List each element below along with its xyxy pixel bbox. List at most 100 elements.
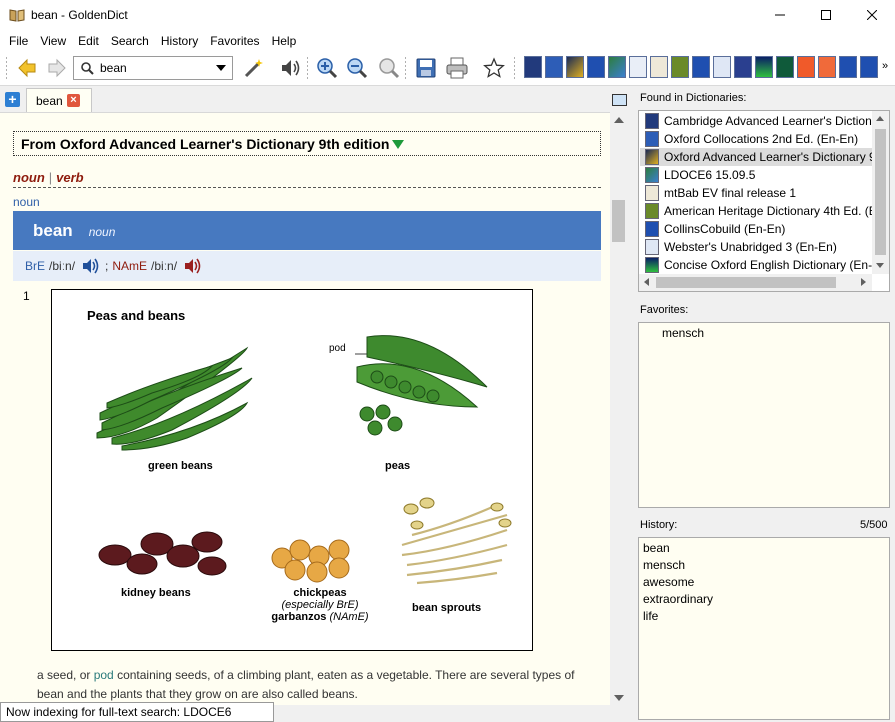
sense-number: 1 — [23, 289, 30, 303]
history-item[interactable]: mensch — [643, 558, 685, 572]
menu-file[interactable]: File — [3, 34, 34, 48]
dictionary-icon[interactable] — [692, 56, 710, 78]
dictionary-icon[interactable] — [755, 56, 773, 78]
dictionary-icon[interactable] — [818, 56, 836, 78]
dictionary-icon[interactable] — [776, 56, 794, 78]
article-scrollbar[interactable] — [610, 112, 627, 705]
list-item-label: CollinsCobuild (En-En) — [664, 222, 786, 236]
dictionary-icon[interactable] — [650, 56, 668, 78]
menu-help[interactable]: Help — [266, 34, 303, 48]
scroll-down-icon[interactable] — [876, 263, 884, 268]
scrollbar-thumb[interactable] — [875, 129, 886, 255]
illustration-title: Peas and beans — [87, 308, 186, 323]
favorites-tree[interactable]: mensch — [638, 322, 890, 508]
dictionary-icon[interactable] — [734, 56, 752, 78]
dictionary-icon[interactable] — [608, 56, 626, 78]
print-icon[interactable] — [444, 55, 470, 81]
chickpeas-image — [271, 539, 350, 583]
save-icon[interactable] — [413, 55, 439, 81]
scrollbar-thumb[interactable] — [656, 277, 836, 288]
close-button[interactable] — [849, 0, 895, 30]
dictionary-icon[interactable] — [797, 56, 815, 78]
name-speaker-icon[interactable] — [183, 257, 203, 275]
list-item-label: Cambridge Advanced Learner's Dictionary — [664, 114, 872, 128]
dictionary-title: From Oxford Advanced Learner's Dictionar… — [21, 135, 390, 152]
scrollbar-thumb[interactable] — [612, 200, 625, 242]
forward-icon[interactable] — [44, 55, 70, 81]
speaker-icon[interactable] — [277, 55, 303, 81]
back-icon[interactable] — [14, 55, 40, 81]
list-item[interactable]: Oxford Collocations 2nd Ed. (En-En) — [640, 130, 872, 148]
found-list-hscrollbar[interactable] — [639, 274, 872, 291]
pos-link-verb[interactable]: verb — [56, 170, 83, 185]
list-item[interactable]: LDOCE6 15.09.5 — [640, 166, 872, 184]
collapse-arrow-icon[interactable] — [392, 140, 405, 149]
dictionary-icon[interactable] — [713, 56, 731, 78]
history-item[interactable]: awesome — [643, 575, 694, 589]
minimize-button[interactable] — [757, 0, 803, 30]
chevron-down-icon[interactable] — [216, 65, 226, 71]
bre-speaker-icon[interactable] — [81, 257, 101, 275]
list-item[interactable]: Webster's Unabridged 3 (En-En) — [640, 238, 872, 256]
toolbar-overflow-icon[interactable]: » — [882, 60, 888, 72]
dictionary-header[interactable]: From Oxford Advanced Learner's Dictionar… — [13, 131, 601, 156]
dictionary-icon[interactable] — [524, 56, 542, 78]
list-item[interactable]: Oxford Advanced Learner's Dictionary 9 — [640, 148, 872, 166]
section-label: noun — [13, 195, 40, 209]
add-tab-icon[interactable]: + — [5, 92, 20, 107]
menu-favorites[interactable]: Favorites — [204, 34, 265, 48]
toolbar-grip — [6, 57, 7, 81]
maximize-button[interactable] — [803, 0, 849, 30]
dictionary-icon[interactable] — [839, 56, 857, 78]
toolbar-separator — [405, 57, 406, 81]
dictionary-icon[interactable] — [860, 56, 878, 78]
menu-view[interactable]: View — [34, 34, 72, 48]
found-in-dictionaries-list[interactable]: Cambridge Advanced Learner's Dictionary … — [638, 110, 890, 292]
list-item-label: Concise Oxford English Dictionary (En-E — [664, 258, 872, 272]
scroll-right-icon[interactable] — [861, 278, 866, 286]
close-tab-icon[interactable]: × — [67, 94, 80, 107]
pos-link-noun[interactable]: noun — [13, 170, 45, 185]
zoom-in-icon[interactable] — [314, 55, 340, 81]
window-title: bean - GoldenDict — [31, 8, 128, 22]
scroll-down-icon[interactable] — [614, 695, 624, 701]
dictionary-icon[interactable] — [545, 56, 563, 78]
pronunciation-bar: BrE /biːn/ ; NAmE /biːn/ — [13, 251, 601, 281]
found-list-scrollbar[interactable] — [872, 111, 889, 274]
list-item[interactable]: CollinsCobuild (En-En) — [640, 220, 872, 238]
dictionary-icon[interactable] — [671, 56, 689, 78]
name-ipa: /biːn/ — [151, 259, 178, 273]
favorite-item[interactable]: mensch — [662, 326, 704, 340]
history-item[interactable]: bean — [643, 541, 670, 555]
menu-edit[interactable]: Edit — [72, 34, 105, 48]
bean-sprouts-image — [401, 497, 512, 585]
dictionary-icon — [645, 149, 659, 165]
search-combobox[interactable]: bean — [73, 56, 233, 80]
history-item[interactable]: extraordinary — [643, 592, 713, 606]
scroll-up-icon[interactable] — [876, 116, 884, 121]
menu-bar: File View Edit Search History Favorites … — [0, 30, 895, 51]
scroll-up-icon[interactable] — [614, 117, 624, 123]
dictionary-icon[interactable] — [587, 56, 605, 78]
menu-search[interactable]: Search — [105, 34, 155, 48]
tab-bean[interactable]: bean × — [26, 88, 92, 112]
dictionary-icon[interactable] — [629, 56, 647, 78]
menu-history[interactable]: History — [155, 34, 204, 48]
star-icon[interactable] — [481, 55, 507, 81]
search-input[interactable]: bean — [100, 61, 127, 75]
zoom-reset-icon[interactable] — [376, 55, 402, 81]
dictionary-icon[interactable] — [566, 56, 584, 78]
article-view[interactable]: From Oxford Advanced Learner's Dictionar… — [0, 112, 610, 705]
pod-link[interactable]: pod — [94, 668, 114, 682]
list-item[interactable]: mtBab EV final release 1 — [640, 184, 872, 202]
zoom-out-icon[interactable] — [344, 55, 370, 81]
list-item-label: LDOCE6 15.09.5 — [664, 168, 756, 182]
list-item[interactable]: Cambridge Advanced Learner's Dictionary — [640, 112, 872, 130]
list-item[interactable]: Concise Oxford English Dictionary (En-E — [640, 256, 872, 274]
scroll-left-icon[interactable] — [644, 278, 649, 286]
list-item[interactable]: American Heritage Dictionary 4th Ed. (En — [640, 202, 872, 220]
magic-wand-icon[interactable] — [241, 55, 267, 81]
history-item[interactable]: life — [643, 609, 658, 623]
dock-pane-icon[interactable] — [612, 94, 627, 106]
history-list[interactable]: bean mensch awesome extraordinary life — [638, 537, 890, 720]
